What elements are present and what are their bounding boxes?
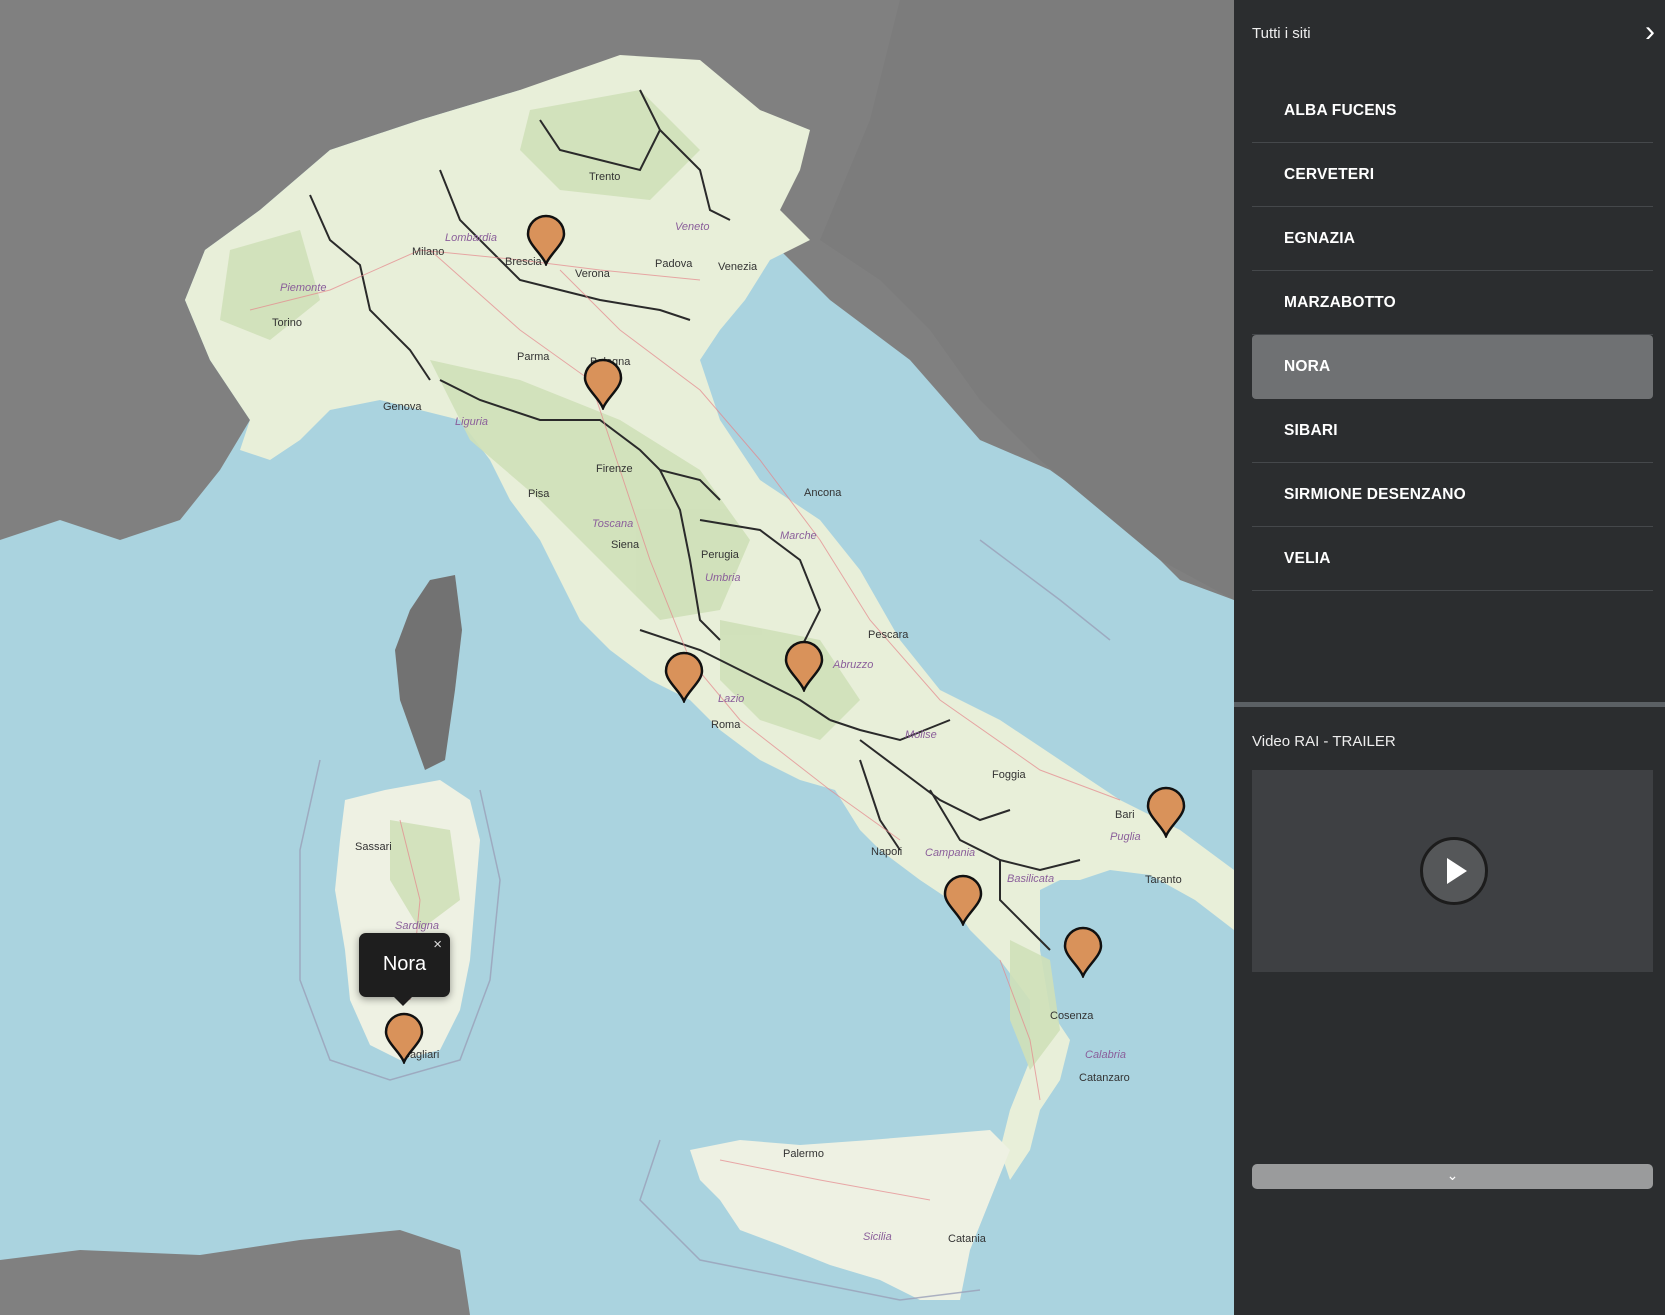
site-marker-egnazia[interactable] [1146, 786, 1186, 838]
map-pin-icon [583, 358, 623, 410]
city-label: Siena [611, 539, 640, 551]
site-marker-alba-fucens[interactable] [784, 640, 824, 692]
site-item-nora[interactable]: NORA [1252, 335, 1653, 399]
city-label: Ancona [804, 487, 842, 499]
city-label: Cosenza [1050, 1010, 1094, 1022]
site-item-sirmione-desenzano[interactable]: SIRMIONE DESENZANO [1252, 463, 1653, 527]
region-label: Marche [780, 530, 817, 542]
city-label: Catania [948, 1233, 987, 1245]
city-label: Padova [655, 258, 693, 270]
city-label: Palermo [783, 1148, 824, 1160]
sites-title: Tutti i siti [1252, 25, 1311, 42]
region-label: Sicilia [863, 1231, 892, 1243]
popup-tip [393, 996, 413, 1006]
city-label: Genova [383, 401, 422, 413]
video-title: Video RAI - TRAILER [1252, 733, 1396, 750]
city-label: Venezia [718, 261, 758, 273]
map-pin-icon [943, 874, 983, 926]
city-label: Roma [711, 719, 741, 731]
panel-divider[interactable] [1234, 702, 1665, 707]
site-marker-sibari[interactable] [1063, 926, 1103, 978]
region-label: Basilicata [1007, 873, 1054, 885]
site-marker-sirmione[interactable] [526, 214, 566, 266]
city-label: Napoli [871, 846, 902, 858]
map-pin-icon [1146, 786, 1186, 838]
close-icon[interactable]: × [433, 936, 442, 953]
city-label: Verona [575, 268, 611, 280]
site-marker-velia[interactable] [943, 874, 983, 926]
city-label: Taranto [1145, 874, 1182, 886]
chevron-right-icon[interactable]: › [1645, 14, 1655, 50]
city-label: Trento [589, 171, 620, 183]
site-item-velia[interactable]: VELIA [1252, 527, 1653, 591]
sidebar: Tutti i siti › ALBA FUCENS CERVETERI EGN… [1234, 0, 1665, 1315]
city-label: Pescara [868, 629, 909, 641]
city-label: Sassari [355, 841, 392, 853]
map-view[interactable]: Milano Torino Genova Verona Venezia Pado… [0, 0, 1234, 1315]
region-label: Campania [925, 847, 975, 859]
region-label: Veneto [675, 221, 709, 233]
city-label: Foggia [992, 769, 1027, 781]
map-popup: × Nora [359, 933, 450, 1006]
city-label: Bari [1115, 809, 1135, 821]
play-icon[interactable] [1420, 837, 1488, 905]
region-label: Calabria [1085, 1049, 1126, 1061]
map-pin-icon [664, 651, 704, 703]
region-label: Toscana [592, 518, 633, 530]
site-item-sibari[interactable]: SIBARI [1252, 399, 1653, 463]
site-item-cerveteri[interactable]: CERVETERI [1252, 143, 1653, 207]
city-label: Perugia [701, 549, 740, 561]
city-label: Torino [272, 317, 302, 329]
site-item-egnazia[interactable]: EGNAZIA [1252, 207, 1653, 271]
map-pin-icon [384, 1012, 424, 1064]
region-label: Sardigna [395, 920, 439, 932]
city-label: Firenze [596, 463, 633, 475]
site-marker-nora[interactable] [384, 1012, 424, 1064]
map-pin-icon [784, 640, 824, 692]
site-item-alba-fucens[interactable]: ALBA FUCENS [1252, 79, 1653, 143]
city-label: Catanzaro [1079, 1072, 1130, 1084]
region-label: Liguria [455, 416, 488, 428]
site-marker-marzabotto[interactable] [583, 358, 623, 410]
region-label: Abruzzo [832, 659, 873, 671]
site-item-marzabotto[interactable]: MARZABOTTO [1252, 271, 1653, 335]
city-labels: Milano Torino Genova Verona Venezia Pado… [272, 171, 1182, 1245]
site-marker-cerveteri[interactable] [664, 651, 704, 703]
popup-title: Nora [382, 953, 427, 975]
region-label: Molise [905, 729, 937, 741]
city-label: Milano [412, 246, 444, 258]
region-label: Lazio [718, 693, 744, 705]
site-list: ALBA FUCENS CERVETERI EGNAZIA MARZABOTTO… [1252, 79, 1653, 591]
region-label: Lombardia [445, 232, 497, 244]
video-player[interactable] [1252, 770, 1653, 972]
chevron-down-icon[interactable]: ⌄ [1252, 1164, 1653, 1189]
city-label: Parma [517, 351, 550, 363]
region-label: Umbria [705, 572, 740, 584]
city-label: Pisa [528, 488, 550, 500]
region-label: Puglia [1110, 831, 1141, 843]
map-pin-icon [526, 214, 566, 266]
region-label: Piemonte [280, 282, 326, 294]
map-pin-icon [1063, 926, 1103, 978]
